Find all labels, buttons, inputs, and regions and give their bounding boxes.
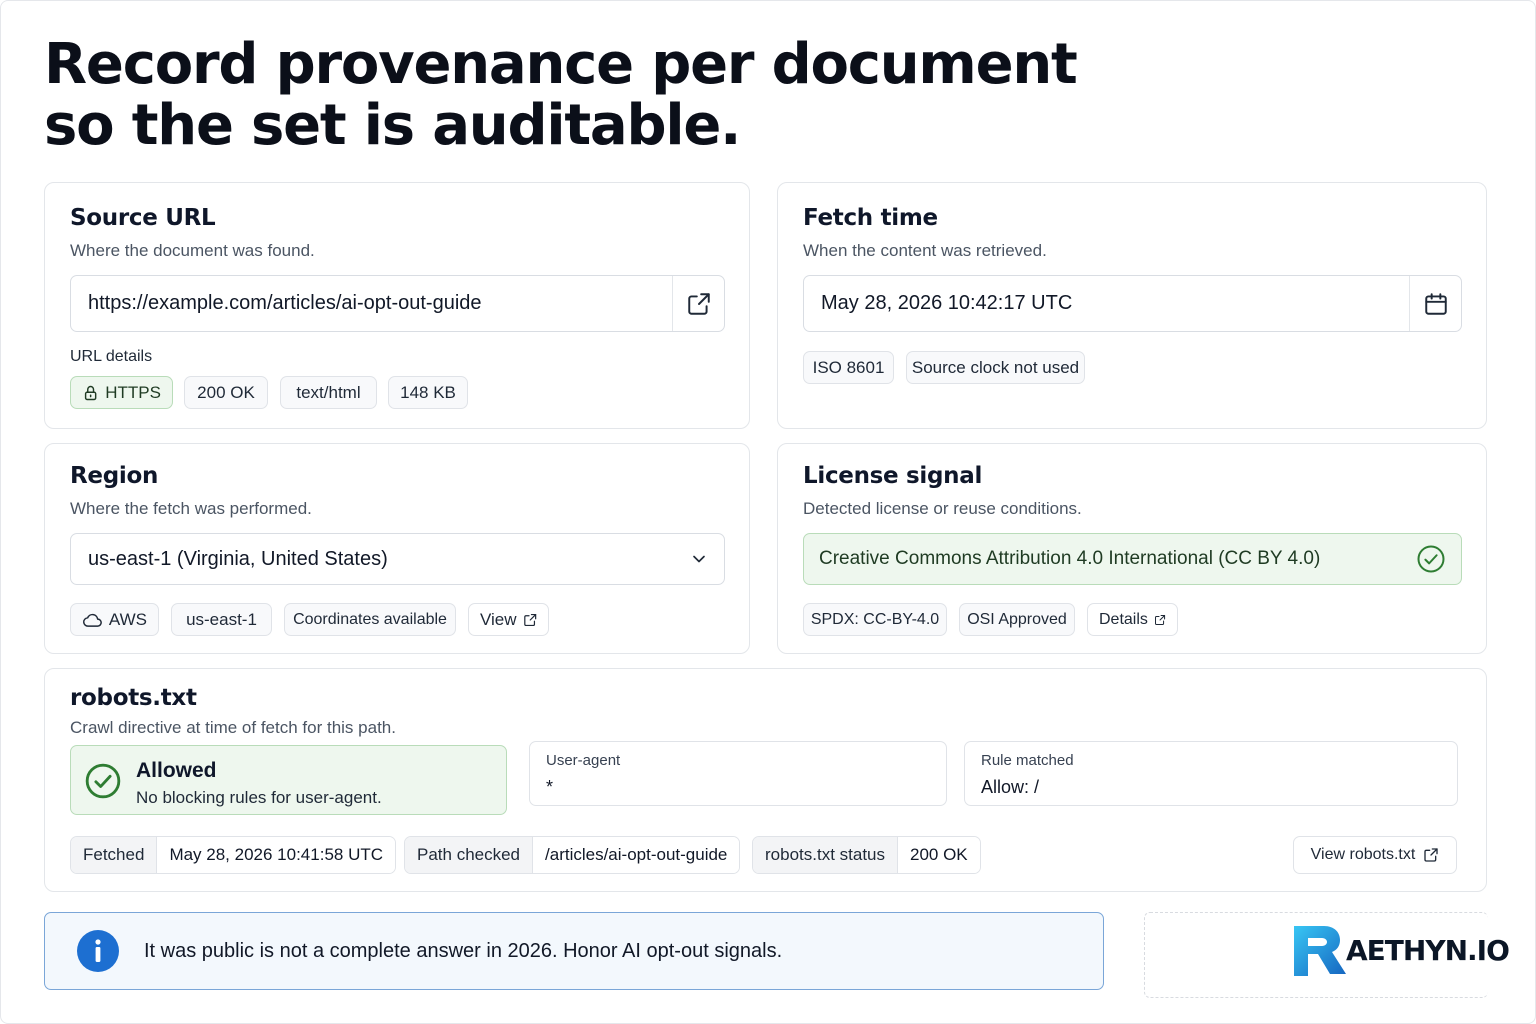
license-value: Creative Commons Attribution 4.0 Interna… — [819, 548, 1321, 569]
logo-text: AETHYN.IO — [1346, 934, 1510, 967]
fetch-time-field[interactable]: May 28, 2026 10:42:17 UTC — [803, 275, 1462, 332]
license-details-button[interactable]: Details — [1087, 603, 1178, 636]
chevron-down-icon — [674, 549, 724, 569]
status-chip: 200 OK — [184, 376, 268, 409]
spdx-chip: SPDX: CC-BY-4.0 — [803, 603, 947, 636]
card-title: Fetch time — [803, 205, 938, 231]
coordinates-chip: Coordinates available — [284, 603, 456, 636]
iso-chip: ISO 8601 — [803, 351, 894, 384]
lock-icon — [84, 385, 97, 400]
source-url-value: https://example.com/articles/ai-opt-out-… — [88, 292, 482, 314]
check-circle-icon — [85, 763, 121, 799]
cloud-icon — [83, 613, 102, 627]
user-agent-box: User-agent * — [529, 741, 947, 806]
chip-label: HTTPS — [105, 382, 161, 402]
info-message: It was public is not a complete answer i… — [144, 939, 783, 962]
path-checked-value: /articles/ai-opt-out-guide — [533, 837, 740, 873]
robots-status-label: robots.txt status — [753, 837, 898, 873]
fetch-time-value: May 28, 2026 10:42:17 UTC — [821, 292, 1073, 314]
source-url-field[interactable]: https://example.com/articles/ai-opt-out-… — [70, 275, 725, 332]
user-agent-label: User-agent — [546, 752, 621, 769]
robots-allowed-status: Allowed No blocking rules for user-agent… — [70, 745, 507, 815]
chip-label: AWS — [108, 609, 147, 629]
info-icon — [77, 930, 119, 972]
view-label: View — [480, 609, 517, 629]
rule-matched-value: Allow: / — [981, 777, 1040, 797]
source-clock-chip: Source clock not used — [906, 351, 1085, 384]
card-title: Region — [70, 463, 159, 489]
external-link-icon — [687, 292, 710, 315]
aws-chip: AWS — [70, 603, 159, 636]
allowed-title: Allowed — [136, 759, 217, 782]
external-link-icon — [1424, 848, 1438, 862]
details-label: Details — [1099, 610, 1148, 628]
path-checked-pair: Path checked /articles/ai-opt-out-guide — [404, 836, 741, 874]
card-title: License signal — [803, 463, 983, 489]
robots-card: robots.txt Crawl directive at time of fe… — [44, 668, 1487, 892]
external-link-icon — [523, 613, 536, 626]
region-view-button[interactable]: View — [468, 603, 549, 636]
region-id-chip: us-east-1 — [171, 603, 272, 636]
region-selected-value: us-east-1 (Virginia, United States) — [88, 547, 388, 570]
card-title: Source URL — [70, 205, 216, 231]
fetched-label: Fetched — [71, 837, 158, 873]
card-subtitle: When the content was retrieved. — [803, 241, 1047, 260]
source-url-card: Source URL Where the document was found.… — [44, 182, 750, 429]
rule-matched-label: Rule matched — [981, 752, 1074, 769]
view-robots-label: View robots.txt — [1310, 846, 1416, 863]
page-title: Record provenance per document so the se… — [44, 32, 1078, 158]
license-value-field: Creative Commons Attribution 4.0 Interna… — [803, 533, 1462, 585]
robots-status-value: 200 OK — [898, 837, 980, 873]
check-circle-icon — [1417, 545, 1445, 573]
size-chip: 148 KB — [388, 376, 468, 409]
fetched-value: May 28, 2026 10:41:58 UTC — [157, 837, 396, 873]
rule-matched-box: Rule matched Allow: / — [964, 741, 1458, 806]
calendar-button[interactable] — [1409, 276, 1461, 331]
user-agent-value: * — [546, 777, 554, 797]
https-chip: HTTPS — [70, 376, 173, 409]
url-details-label: URL details — [70, 348, 153, 365]
content-type-chip: text/html — [280, 376, 377, 409]
card-subtitle: Where the fetch was performed. — [70, 499, 312, 518]
logo-mark-icon — [1294, 926, 1346, 976]
license-card: License signal Detected license or reuse… — [777, 443, 1487, 654]
calendar-icon — [1424, 292, 1447, 315]
path-checked-label: Path checked — [405, 837, 534, 873]
allowed-description: No blocking rules for user-agent. — [136, 788, 382, 807]
robots-status-pair: robots.txt status 200 OK — [752, 836, 981, 874]
card-title: robots.txt — [70, 685, 197, 711]
osi-chip: OSI Approved — [959, 603, 1075, 636]
view-robots-button[interactable]: View robots.txt — [1293, 836, 1457, 874]
region-select[interactable]: us-east-1 (Virginia, United States) — [70, 533, 725, 585]
card-subtitle: Crawl directive at time of fetch for thi… — [70, 718, 396, 737]
card-subtitle: Where the document was found. — [70, 241, 315, 260]
card-subtitle: Detected license or reuse conditions. — [803, 499, 1082, 518]
info-banner: It was public is not a complete answer i… — [44, 912, 1104, 990]
fetch-time-card: Fetch time When the content was retrieve… — [777, 182, 1487, 429]
external-link-icon — [1154, 614, 1165, 625]
fetched-pair: Fetched May 28, 2026 10:41:58 UTC — [70, 836, 397, 874]
region-card: Region Where the fetch was performed. us… — [44, 443, 750, 654]
open-external-button[interactable] — [672, 276, 724, 331]
